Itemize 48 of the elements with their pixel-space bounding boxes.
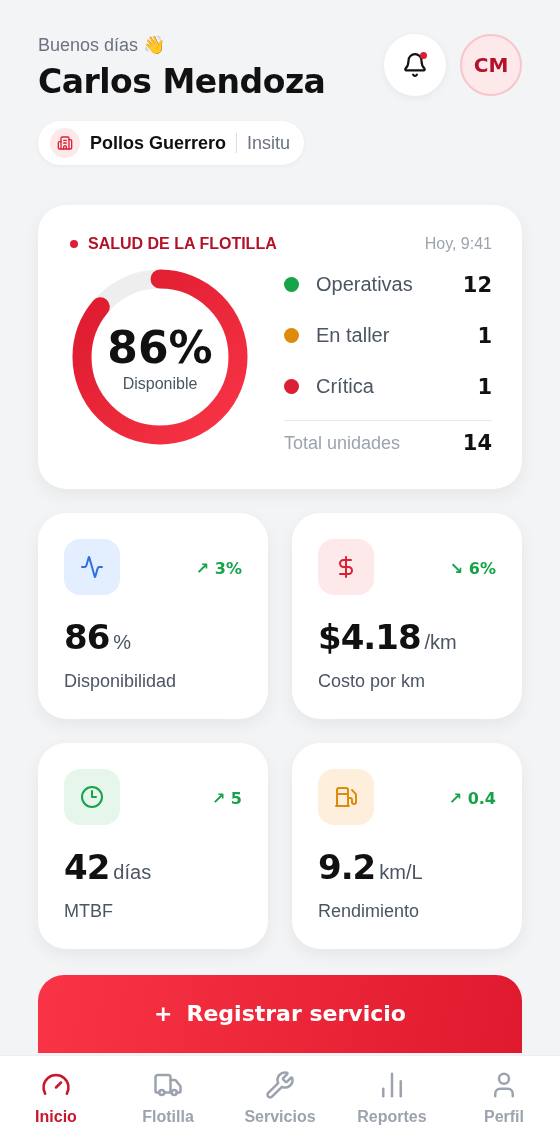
metric-unit: km/L xyxy=(379,861,423,884)
trend-change: ↗ 3% xyxy=(195,559,242,578)
pulse-icon xyxy=(64,539,120,595)
trend-change: ↗ 5 xyxy=(211,789,242,808)
metric-label: Rendimiento xyxy=(318,901,421,922)
metric-value: 42 xyxy=(64,847,110,887)
status-dot xyxy=(70,240,78,248)
status-count: 1 xyxy=(477,374,492,399)
avatar[interactable]: CM xyxy=(460,34,522,96)
dollar-icon xyxy=(318,539,374,595)
nav-tab[interactable]: Inicio xyxy=(0,1070,112,1147)
company-name: Pollos Guerrero xyxy=(90,132,227,154)
metric-unit: días xyxy=(113,861,152,884)
clock-icon xyxy=(64,769,120,825)
status-label: Crítica xyxy=(316,375,375,398)
building-icon xyxy=(50,128,80,158)
nav-tab[interactable]: Servicios xyxy=(224,1070,336,1147)
metric-value: 9.2 xyxy=(318,847,376,887)
status-label: En taller xyxy=(316,324,391,347)
gauge-label: Disponible xyxy=(122,374,198,393)
metric-unit: /km xyxy=(424,631,457,654)
metric-label: Costo por km xyxy=(318,671,427,692)
company-chip[interactable]: Pollos Guerrero Insitu xyxy=(38,121,305,165)
trend-change: ↗ 0.4 xyxy=(448,789,496,808)
timestamp: Hoy, 9:41 xyxy=(424,235,492,253)
metric-value: 86 xyxy=(64,617,110,657)
status-count: 1 xyxy=(477,323,492,348)
branch-name: Insitu xyxy=(247,132,291,154)
total-label: Total unidades xyxy=(284,432,402,454)
trend-change: ↘ 6% xyxy=(449,559,496,578)
card-title: SALUD DE LA FLOTILLA xyxy=(88,235,277,253)
metric-value: $4.18 xyxy=(318,617,421,657)
greeting: Buenos días 👋 xyxy=(38,34,167,56)
user-name: Carlos Mendoza xyxy=(38,62,326,101)
register-service-button[interactable]: + Registrar servicio xyxy=(38,975,522,1053)
metric-label: MTBF xyxy=(64,901,114,922)
metric-label: Disponibilidad xyxy=(64,671,178,692)
availability-percent: 86% xyxy=(107,321,213,373)
wrench-icon xyxy=(265,1070,295,1100)
nav-tab[interactable]: Flotilla xyxy=(112,1070,224,1147)
bell-icon xyxy=(402,52,428,78)
nav-tab[interactable]: Perfil xyxy=(448,1070,560,1147)
status-label: Operativas xyxy=(316,273,414,296)
fuel-pump-icon xyxy=(318,769,374,825)
metric-unit: % xyxy=(113,631,132,654)
status-count: 12 xyxy=(462,272,492,297)
total-count: 14 xyxy=(462,431,492,455)
nav-tab[interactable]: Reportes xyxy=(336,1070,448,1147)
